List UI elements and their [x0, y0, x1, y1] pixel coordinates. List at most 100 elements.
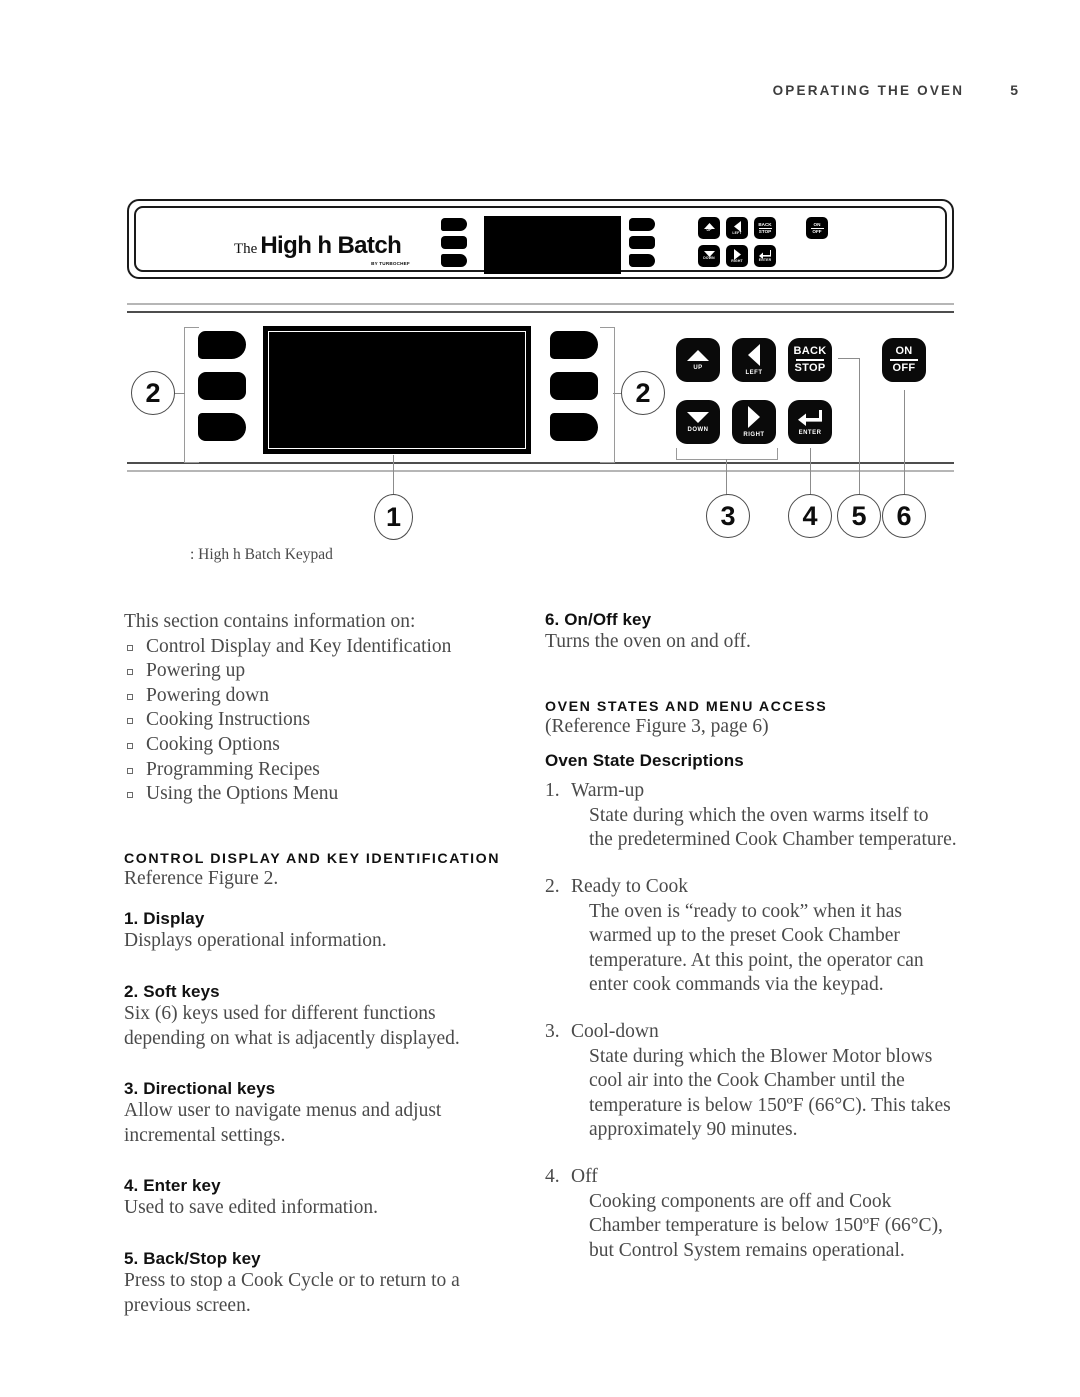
list-item: Programming Recipes: [124, 758, 520, 783]
oven-state-item: 4. Off Cooking components are off and Co…: [545, 1165, 957, 1263]
callout-backstop: 5: [837, 494, 881, 538]
oven-state-item: 2. Ready to Cook The oven is “ready to c…: [545, 875, 957, 998]
panel-back-label: BACK: [758, 221, 772, 227]
enter-arrow-icon-large: [798, 409, 822, 426]
panel-stop-label: STOP: [758, 229, 772, 234]
right-key: RIGHT: [732, 400, 776, 444]
panel-softkey-left-2: [441, 236, 467, 249]
brand-name: High h Batch: [260, 232, 402, 259]
panel-keypad: UP DOWN LEFT RIGHT BACK STOP ENTER ON OF…: [698, 217, 828, 273]
callout-softkeys-left: 2: [131, 371, 175, 415]
oven-state-item: 3. Cool-down State during which the Blow…: [545, 1020, 957, 1143]
back-key-label: BACK: [793, 345, 827, 358]
divider-rule-top-light: [127, 303, 954, 305]
softkey-left-1: [198, 331, 246, 359]
callout-display: 1: [374, 494, 413, 540]
panel-display: [484, 216, 621, 274]
item-3-heading: 3. Directional keys: [124, 1079, 276, 1099]
keypad-figure: The High h Batch BY TURBOCHEF UP DOWN LE…: [0, 0, 1080, 600]
panel-off-label: OFF: [812, 229, 822, 234]
panel-down-label: DOWN: [703, 256, 715, 261]
panel-enter-label: ENTER: [758, 257, 772, 262]
oven-state-1-number: 1.: [545, 780, 560, 802]
oven-control-panel: The High h Batch BY TURBOCHEF UP DOWN LE…: [127, 199, 954, 279]
softkeys-left-bracket: [184, 327, 199, 463]
item-1-heading: 1. Display: [124, 909, 205, 929]
on-off-key: ON OFF: [882, 338, 926, 382]
softkey-right-3: [550, 413, 598, 441]
softkey-left-2: [198, 372, 246, 400]
oven-state-2-name: Ready to Cook: [571, 875, 688, 897]
brand-logo: The High h Batch BY TURBOCHEF: [234, 232, 410, 266]
oven-control-panel-inner: The High h Batch BY TURBOCHEF UP DOWN LE…: [134, 206, 947, 274]
oven-state-4-description: Cooking components are off and Cook Cham…: [589, 1190, 943, 1261]
panel-down-key: DOWN: [698, 245, 720, 267]
item-4-body: Used to save edited information.: [124, 1197, 378, 1219]
panel-left-label: LEFT: [732, 230, 742, 235]
down-arrow-icon-large: [687, 411, 709, 423]
oven-state-2-number: 2.: [545, 875, 560, 897]
item-4-heading: 4. Enter key: [124, 1176, 221, 1196]
callout-onoff: 6: [882, 494, 926, 538]
stop-key-label: STOP: [794, 362, 826, 375]
list-item: Powering up: [124, 659, 520, 684]
leader-backstop-horizontal: [838, 358, 860, 360]
down-key-label: DOWN: [687, 426, 709, 433]
panel-softkeys-left: [441, 218, 467, 267]
item-5-body: Press to stop a Cook Cycle or to return …: [124, 1269, 460, 1316]
control-display-section-reference: Reference Figure 2.: [124, 867, 279, 889]
leader-onoff: [904, 390, 906, 495]
panel-on-off-key: ON OFF: [806, 217, 828, 239]
leader-display: [393, 455, 395, 495]
oven-state-3-number: 3.: [545, 1020, 560, 1042]
callout-enter: 4: [788, 494, 832, 538]
list-item: Cooking Instructions: [124, 708, 520, 733]
item-2-heading: 2. Soft keys: [124, 981, 220, 1001]
panel-softkey-left-3: [441, 254, 467, 267]
oven-state-3-description: State during which the Blower Motor blow…: [589, 1045, 951, 1141]
on-off-divider: [890, 359, 918, 361]
panel-up-label: UP: [706, 228, 712, 233]
oven-state-item: 1. Warm-up State during which the oven w…: [545, 779, 957, 853]
softkeys-right-group: [550, 331, 598, 441]
oven-state-1-description: State during which the oven warms itself…: [589, 804, 957, 851]
left-column: This section contains information on: Co…: [124, 610, 520, 1318]
leader-enter: [810, 448, 812, 495]
display-screen: [263, 326, 531, 454]
panel-right-label: RIGHT: [731, 258, 743, 263]
panel-softkey-left-1: [441, 218, 467, 231]
up-key-label: UP: [693, 364, 703, 371]
panel-right-key: RIGHT: [726, 245, 748, 267]
intro-text: This section contains information on:: [124, 611, 416, 632]
left-key-label: LEFT: [745, 370, 763, 376]
oven-state-4-name: Off: [571, 1165, 598, 1187]
oven-state-2-description: The oven is “ready to cook” when it has …: [589, 900, 924, 996]
item-2-body: Six (6) keys used for different function…: [124, 1002, 460, 1049]
oven-states-section-reference: (Reference Figure 3, page 6): [545, 715, 769, 737]
oven-state-1-name: Warm-up: [571, 780, 645, 802]
item-5-heading: 5. Back/Stop key: [124, 1248, 261, 1268]
brand-subtitle: BY TURBOCHEF: [371, 261, 410, 266]
softkey-left-3: [198, 413, 246, 441]
down-key: DOWN: [676, 400, 720, 444]
callout-directional: 3: [706, 494, 750, 538]
panel-on-label: ON: [813, 221, 821, 227]
on-key-label: ON: [895, 345, 913, 358]
leader-backstop-vertical: [859, 358, 861, 495]
left-arrow-icon-large: [748, 344, 760, 366]
oven-state-descriptions-heading: Oven State Descriptions: [545, 751, 744, 771]
list-item: Powering down: [124, 684, 520, 709]
item-6-body: Turns the oven on and off.: [545, 631, 751, 652]
item-6-heading: 6. On/Off key: [545, 610, 652, 629]
item-3-body: Allow user to navigate menus and adjust …: [124, 1100, 442, 1146]
back-stop-divider: [796, 359, 824, 361]
right-key-label: RIGHT: [743, 432, 765, 438]
panel-left-key: LEFT: [726, 217, 748, 239]
enter-key: ENTER: [788, 400, 832, 444]
oven-state-4-number: 4.: [545, 1165, 560, 1187]
list-item: Cooking Options: [124, 733, 520, 758]
oven-state-3-name: Cool-down: [571, 1020, 659, 1042]
softkeys-right-bracket: [600, 327, 615, 463]
panel-enter-key: ENTER: [754, 245, 776, 267]
softkey-right-2: [550, 372, 598, 400]
